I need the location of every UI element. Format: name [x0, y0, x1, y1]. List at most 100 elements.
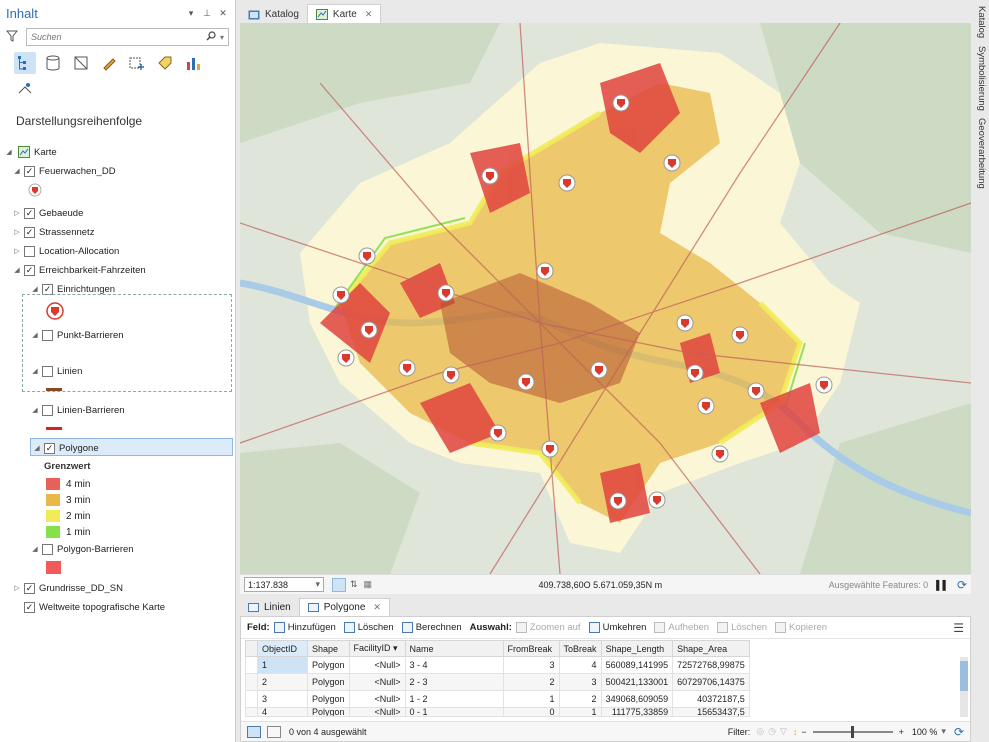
sort-icon[interactable]: ↕ [793, 727, 798, 737]
perspective-imagery-icon[interactable] [14, 78, 36, 100]
search-input[interactable] [31, 32, 206, 42]
map-canvas[interactable] [240, 23, 971, 574]
clear-selection-button[interactable]: Aufheben [654, 622, 709, 633]
filter-funnel-icon[interactable]: ▽ [780, 726, 787, 737]
delete-selection-button[interactable]: Löschen [717, 622, 767, 633]
refresh-icon[interactable]: ⟳ [954, 725, 964, 739]
zoom-out-icon[interactable]: − [801, 727, 806, 737]
data-source-icon[interactable] [42, 52, 64, 74]
expand-icon[interactable]: ◢ [12, 266, 22, 274]
pause-icon[interactable]: ▌▌ [936, 580, 949, 590]
menu-icon[interactable]: ☰ [953, 621, 964, 635]
tab-katalog[interactable]: Katalog [240, 4, 307, 24]
labeling-icon[interactable] [154, 52, 176, 74]
col-shape-area[interactable]: Shape_Area [672, 640, 750, 657]
zoom-slider[interactable] [812, 725, 893, 738]
copy-button[interactable]: Kopieren [775, 622, 827, 633]
pane-options-icon[interactable]: ▾ [185, 7, 197, 19]
layer-checkbox[interactable]: ✓ [24, 165, 35, 177]
layer-polygone[interactable]: ◢ ✓ Polygone [32, 440, 99, 456]
layer-topo-basemap[interactable]: ✓ Weltweite topografische Karte [12, 599, 165, 615]
side-tab-geoverarbeitung[interactable]: Geoverarbeitung [976, 118, 987, 189]
delete-field-button[interactable]: Löschen [343, 622, 394, 633]
selection-icon[interactable] [70, 52, 92, 74]
table-row[interactable]: 4 Polygon <Null> 0 - 1 0 1 111775,33859 … [245, 707, 750, 717]
col-name[interactable]: Name [404, 640, 504, 657]
expand-icon[interactable]: ◢ [30, 406, 40, 414]
expand-icon[interactable]: ◢ [32, 444, 42, 452]
navigation-icon[interactable]: ⇅ [350, 579, 358, 590]
layer-map[interactable]: ◢ Karte [4, 144, 57, 160]
search-dropdown-icon[interactable]: ▾ [220, 33, 224, 42]
tab-polygone[interactable]: Polygone ✕ [298, 598, 390, 616]
layer-linien-barrieren[interactable]: ◢ Linien-Barrieren [30, 402, 125, 418]
layer-checkbox[interactable]: ✓ [44, 442, 55, 454]
expand-icon[interactable]: ▷ [12, 584, 22, 592]
layer-feuerwachen[interactable]: ◢ ✓ Feuerwachen_DD [12, 163, 116, 179]
layer-grundrisse[interactable]: ▷ ✓ Grundrisse_DD_SN [12, 580, 123, 596]
layer-location-allocation[interactable]: ▷ Location-Allocation [12, 243, 119, 259]
table-row[interactable]: 2 Polygon <Null> 2 - 3 2 3 500421,133001… [245, 673, 750, 691]
switch-selection-button[interactable]: Umkehren [588, 622, 646, 633]
show-all-records-icon[interactable] [247, 725, 261, 738]
scale-selector[interactable]: 1:137.838 ▾ [244, 577, 324, 592]
pin-icon[interactable]: ⊥ [201, 7, 213, 19]
table-scrollbar[interactable] [960, 657, 968, 717]
calculate-field-button[interactable]: Berechnen [401, 622, 462, 633]
side-tab-katalog[interactable]: Katalog [976, 6, 987, 38]
layer-erreichbarkeit[interactable]: ◢ ✓ Erreichbarkeit-Fahrzeiten [12, 262, 146, 278]
expand-icon[interactable]: ◢ [12, 167, 22, 175]
chevron-down-icon[interactable]: ▾ [941, 726, 946, 737]
expand-icon[interactable]: ▷ [12, 209, 22, 217]
layer-checkbox[interactable]: ✓ [24, 601, 35, 613]
zoom-in-icon[interactable]: + [899, 727, 904, 737]
filter-extent-icon[interactable]: ◎ [756, 726, 764, 737]
refresh-icon[interactable]: ⟳ [957, 578, 967, 592]
layer-polygon-barrieren[interactable]: ◢ Polygon-Barrieren [30, 541, 134, 557]
zoom-level[interactable]: 100 % [912, 727, 938, 737]
layer-gebaeude[interactable]: ▷ ✓ Gebaeude [12, 205, 83, 221]
search-icon[interactable] [206, 30, 216, 44]
scrollbar-thumb[interactable] [960, 661, 968, 691]
close-tab-icon[interactable]: ✕ [365, 9, 373, 20]
layer-checkbox[interactable]: ✓ [24, 582, 35, 594]
add-field-button[interactable]: Hinzufügen [273, 622, 336, 633]
col-frombreak[interactable]: FromBreak [502, 640, 560, 657]
col-facilityid[interactable]: FacilityID ▾ [348, 640, 406, 657]
layer-checkbox[interactable]: ✓ [24, 264, 35, 276]
layer-checkbox[interactable] [42, 404, 53, 416]
layer-checkbox[interactable] [24, 245, 35, 257]
col-tobreak[interactable]: ToBreak [558, 640, 602, 657]
zoom-to-button[interactable]: Zoomen auf [515, 622, 581, 633]
layer-checkbox[interactable]: ✓ [24, 207, 35, 219]
filter-icon[interactable] [5, 30, 20, 44]
fixed-scale-icon[interactable] [332, 577, 346, 592]
expand-icon[interactable]: ◢ [30, 545, 40, 553]
tab-linien[interactable]: Linien [240, 598, 299, 616]
col-shape-length[interactable]: Shape_Length [600, 640, 674, 657]
editing-icon[interactable] [98, 52, 120, 74]
grid-icon[interactable]: ▦ [364, 579, 373, 590]
show-selected-records-icon[interactable] [267, 725, 281, 738]
filter-time-icon[interactable]: ◷ [768, 726, 776, 737]
close-icon[interactable]: ✕ [217, 7, 229, 19]
expand-icon[interactable]: ◢ [30, 285, 40, 293]
expand-icon[interactable]: ▷ [12, 228, 22, 236]
col-shape[interactable]: Shape [307, 640, 350, 657]
col-objectid[interactable]: ObjectID [257, 640, 308, 657]
tab-karte[interactable]: Karte ✕ [306, 4, 382, 24]
expand-icon[interactable]: ▷ [12, 247, 22, 255]
map-view[interactable] [240, 23, 971, 574]
charts-icon[interactable] [182, 52, 204, 74]
expand-icon[interactable]: ◢ [4, 148, 14, 156]
layer-checkbox[interactable] [42, 543, 53, 555]
snapping-icon[interactable] [126, 52, 148, 74]
side-tab-symbolisierung[interactable]: Symbolisierung [976, 46, 987, 111]
zoom-slider-thumb[interactable] [850, 725, 854, 738]
table-row[interactable]: 3 Polygon <Null> 1 - 2 1 2 349068,609059… [245, 690, 750, 708]
drawing-order-icon[interactable] [14, 52, 36, 74]
close-tab-icon[interactable]: ✕ [373, 602, 381, 613]
table-row[interactable]: 1 Polygon <Null> 3 - 4 3 4 560089,141995… [245, 656, 750, 674]
layer-checkbox[interactable]: ✓ [42, 283, 53, 295]
layer-checkbox[interactable]: ✓ [24, 226, 35, 238]
